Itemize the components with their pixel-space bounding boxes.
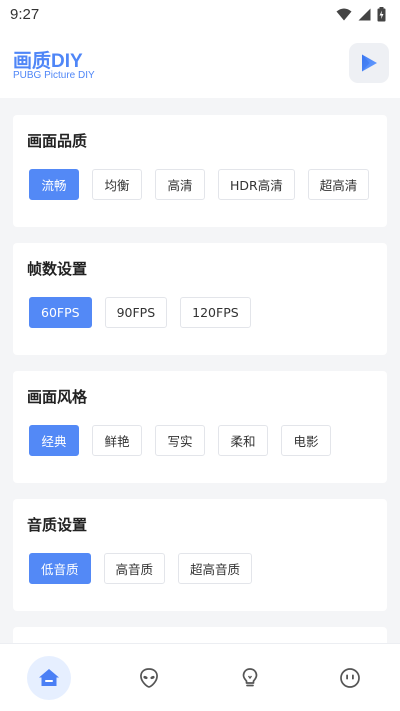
alien-icon: [140, 668, 158, 688]
option-90fps[interactable]: 90FPS: [104, 297, 168, 328]
section-picture-style: 画面风格 经典 鲜艳 写实 柔和 电影: [13, 371, 387, 483]
section-title: 画面品质: [27, 132, 88, 150]
section-audio-quality: 音质设置 低音质 高音质 超高音质: [13, 499, 387, 611]
play-icon: [362, 54, 377, 72]
nav-tips[interactable]: [228, 656, 272, 700]
wifi-icon: [336, 8, 352, 20]
section-title: 画面风格: [27, 388, 88, 406]
lightbulb-icon: [242, 668, 258, 687]
option-realistic[interactable]: 写实: [155, 425, 205, 456]
option-ultra-hd[interactable]: 超高清: [307, 169, 370, 200]
section-frame-rate: 帧数设置 60FPS 90FPS 120FPS: [13, 243, 387, 355]
status-icons: [336, 6, 386, 22]
app-title: 画质DIY: [13, 51, 83, 72]
battery-charging-icon: [377, 6, 386, 21]
play-button[interactable]: [349, 43, 389, 83]
option-smooth[interactable]: 流畅: [29, 169, 79, 200]
option-60fps[interactable]: 60FPS: [29, 297, 92, 328]
nav-alien[interactable]: [127, 656, 171, 700]
section-title: 帧数设置: [27, 260, 88, 278]
settings-content[interactable]: 画面品质 流畅 均衡 高清 HDR高清 超高清 帧数设置 60FPS 90FPS…: [0, 98, 400, 643]
nav-profile[interactable]: [328, 656, 372, 700]
home-icon: [39, 669, 59, 686]
section-next-partial: [13, 627, 387, 643]
option-hdr-hd[interactable]: HDR高清: [218, 169, 295, 200]
bottom-nav: [0, 643, 400, 711]
option-group: 经典 鲜艳 写实 柔和 电影: [29, 425, 331, 456]
option-120fps[interactable]: 120FPS: [180, 297, 251, 328]
option-vivid[interactable]: 鲜艳: [92, 425, 142, 456]
face-icon: [340, 668, 360, 688]
option-group: 低音质 高音质 超高音质: [29, 553, 253, 584]
status-time: 9:27: [10, 5, 40, 23]
option-soft[interactable]: 柔和: [218, 425, 268, 456]
option-low-audio[interactable]: 低音质: [29, 553, 91, 584]
status-bar: 9:27: [0, 0, 400, 28]
section-title: 音质设置: [27, 516, 88, 534]
section-picture-quality: 画面品质 流畅 均衡 高清 HDR高清 超高清: [13, 115, 387, 227]
option-balanced[interactable]: 均衡: [92, 169, 142, 200]
signal-icon: [358, 8, 371, 20]
option-ultra-audio[interactable]: 超高音质: [178, 553, 253, 584]
option-group: 流畅 均衡 高清 HDR高清 超高清: [29, 169, 370, 200]
option-hd[interactable]: 高清: [155, 169, 205, 200]
option-cinematic[interactable]: 电影: [281, 425, 331, 456]
app-header: 画质DIY PUBG Picture DIY: [0, 28, 400, 98]
option-high-audio[interactable]: 高音质: [103, 553, 166, 584]
app-subtitle: PUBG Picture DIY: [13, 70, 95, 81]
option-group: 60FPS 90FPS 120FPS: [29, 297, 251, 328]
nav-home[interactable]: [27, 656, 71, 700]
option-classic[interactable]: 经典: [29, 425, 79, 456]
